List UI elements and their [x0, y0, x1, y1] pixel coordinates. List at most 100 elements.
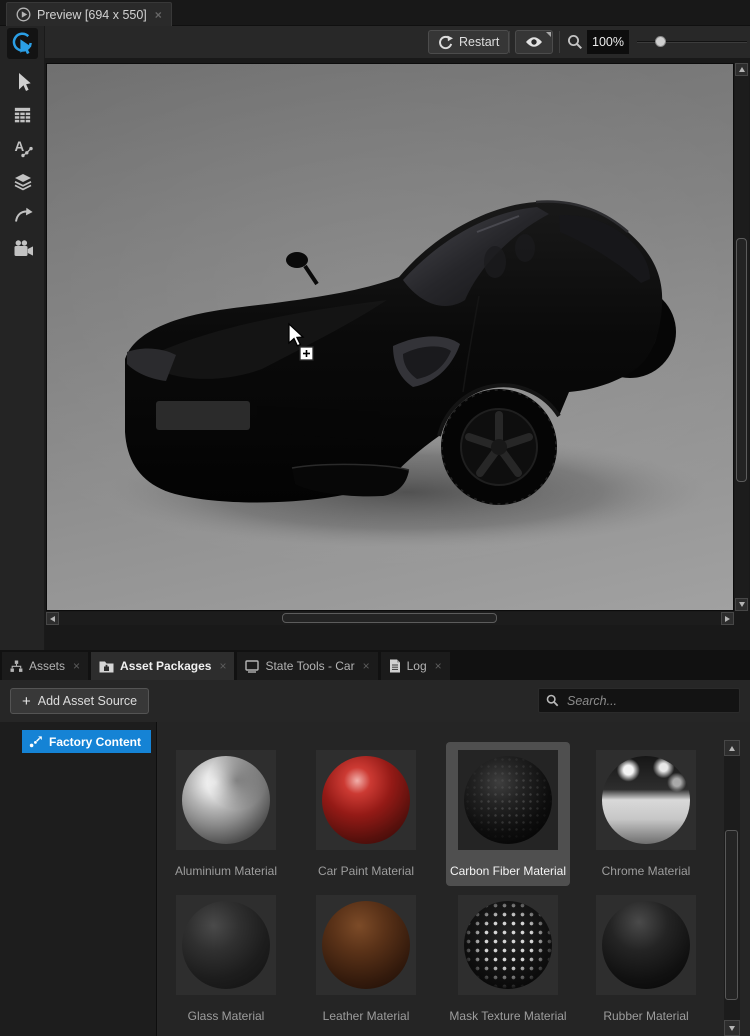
- close-icon[interactable]: ×: [155, 8, 162, 22]
- asset-toolbar: + Add Asset Source: [0, 680, 750, 722]
- front-wheel: [441, 389, 557, 505]
- viewport-horizontal-scrollbar[interactable]: [46, 612, 734, 625]
- assets-tree-icon: [10, 660, 23, 672]
- arrow-up-icon: [729, 745, 735, 751]
- scroll-up-button[interactable]: [735, 63, 748, 76]
- tool-interact-pointer[interactable]: [7, 28, 38, 59]
- svg-text:A: A: [14, 139, 24, 154]
- arrow-down-icon: [738, 602, 745, 607]
- restart-icon: [439, 35, 453, 49]
- materials-scroll-thumb[interactable]: [725, 830, 738, 1000]
- material-name: Aluminium Material: [174, 864, 278, 878]
- material-item-selected[interactable]: Carbon Fiber Material: [446, 742, 570, 886]
- rubber-sphere-preview: [602, 901, 690, 989]
- restart-button[interactable]: Restart: [428, 30, 510, 54]
- tool-transition-arrow[interactable]: [7, 199, 38, 230]
- material-item[interactable]: Glass Material: [164, 887, 288, 1031]
- material-item[interactable]: Aluminium Material: [164, 742, 288, 886]
- close-icon[interactable]: ×: [363, 659, 370, 673]
- tab-log[interactable]: Log ×: [380, 652, 450, 680]
- log-document-icon: [389, 659, 400, 673]
- data-table-icon: [14, 107, 31, 123]
- tab-label: State Tools - Car: [265, 659, 355, 673]
- material-item[interactable]: Leather Material: [304, 887, 428, 1031]
- 3d-viewport[interactable]: [46, 63, 734, 611]
- panel-tabbar: Assets × Asset Packages × State Tools - …: [0, 650, 750, 680]
- material-thumbnail: [176, 750, 276, 850]
- factory-content-icon: [29, 735, 42, 747]
- play-icon: [16, 7, 31, 22]
- material-thumbnail: [596, 750, 696, 850]
- search-icon: [546, 694, 559, 707]
- toolbar-separator: [509, 31, 510, 53]
- vertical-scroll-thumb[interactable]: [736, 238, 747, 482]
- scroll-up-button[interactable]: [724, 740, 740, 756]
- viewport-vertical-scrollbar[interactable]: [735, 63, 749, 611]
- leather-sphere-preview: [322, 901, 410, 989]
- arrow-left-icon: [50, 615, 55, 622]
- tool-font-animation[interactable]: A: [7, 132, 38, 163]
- material-thumbnail: [458, 750, 558, 850]
- material-name: Leather Material: [322, 1009, 410, 1023]
- tool-select-cursor[interactable]: [7, 66, 38, 97]
- close-icon[interactable]: ×: [219, 659, 226, 673]
- material-name: Mask Texture Material: [449, 1009, 567, 1023]
- tab-asset-packages[interactable]: Asset Packages ×: [91, 652, 235, 680]
- mask-texture-sphere-preview: [464, 901, 552, 989]
- material-item[interactable]: Rubber Material: [584, 887, 708, 1031]
- material-item[interactable]: Car Paint Material: [304, 742, 428, 886]
- material-thumbnail: [176, 895, 276, 995]
- search-box[interactable]: [538, 688, 740, 713]
- tool-strip: A: [0, 26, 45, 650]
- tab-label: Assets: [29, 659, 66, 673]
- material-name: Chrome Material: [601, 864, 691, 878]
- scroll-down-button[interactable]: [735, 598, 748, 611]
- zoom-slider-track[interactable]: [637, 41, 747, 43]
- car-model[interactable]: [47, 64, 734, 611]
- material-thumbnail: [316, 895, 416, 995]
- material-thumbnail: [458, 895, 558, 995]
- material-name: Rubber Material: [603, 1009, 689, 1023]
- scroll-down-button[interactable]: [724, 1020, 740, 1036]
- chrome-sphere-preview: [602, 756, 690, 844]
- restart-label: Restart: [459, 35, 500, 49]
- carbon-fiber-sphere-preview: [464, 756, 552, 844]
- zoom-slider-handle[interactable]: [655, 36, 666, 47]
- folder-package-icon: [99, 661, 114, 672]
- state-window-icon: [245, 659, 260, 673]
- tool-data-table[interactable]: [7, 99, 38, 130]
- tool-camera[interactable]: [7, 233, 38, 264]
- source-item-factory-content[interactable]: Factory Content: [22, 730, 152, 753]
- close-icon[interactable]: ×: [435, 659, 442, 673]
- materials-scrollbar[interactable]: [724, 740, 740, 1036]
- tab-state-tools-car[interactable]: State Tools - Car ×: [237, 652, 378, 680]
- add-asset-source-label: Add Asset Source: [37, 694, 138, 708]
- toolbar-separator: [559, 31, 560, 53]
- arrow-up-icon: [738, 67, 745, 72]
- material-item[interactable]: Chrome Material: [584, 742, 708, 886]
- close-icon[interactable]: ×: [73, 659, 80, 673]
- material-thumbnail: [596, 895, 696, 995]
- tool-layers[interactable]: [7, 166, 38, 197]
- tab-assets[interactable]: Assets ×: [2, 652, 89, 680]
- zoom-slider[interactable]: [637, 30, 747, 54]
- arrow-right-icon: [725, 615, 730, 622]
- search-input[interactable]: [565, 692, 732, 709]
- tab-preview[interactable]: Preview [694 x 550] ×: [6, 2, 172, 26]
- scroll-right-button[interactable]: [721, 612, 734, 625]
- layers-icon: [14, 173, 31, 190]
- tab-label: Log: [406, 659, 427, 673]
- asset-packages-panel: Factory Content Aluminium Material Car P…: [0, 722, 750, 1036]
- preview-tabbar: Preview [694 x 550] ×: [0, 0, 750, 26]
- asset-source-list: Factory Content: [0, 722, 157, 1036]
- add-asset-source-button[interactable]: + Add Asset Source: [10, 688, 150, 714]
- material-item[interactable]: Mask Texture Material: [446, 887, 570, 1031]
- preview-toolbar: Restart 100%: [45, 26, 750, 58]
- zoom-level-field[interactable]: 100%: [587, 30, 629, 54]
- visibility-button[interactable]: [515, 30, 553, 54]
- scroll-left-button[interactable]: [46, 612, 59, 625]
- arrow-down-icon: [729, 1025, 735, 1031]
- drag-copy-cursor: [288, 322, 314, 361]
- material-thumbnail: [316, 750, 416, 850]
- horizontal-scroll-thumb[interactable]: [282, 613, 497, 623]
